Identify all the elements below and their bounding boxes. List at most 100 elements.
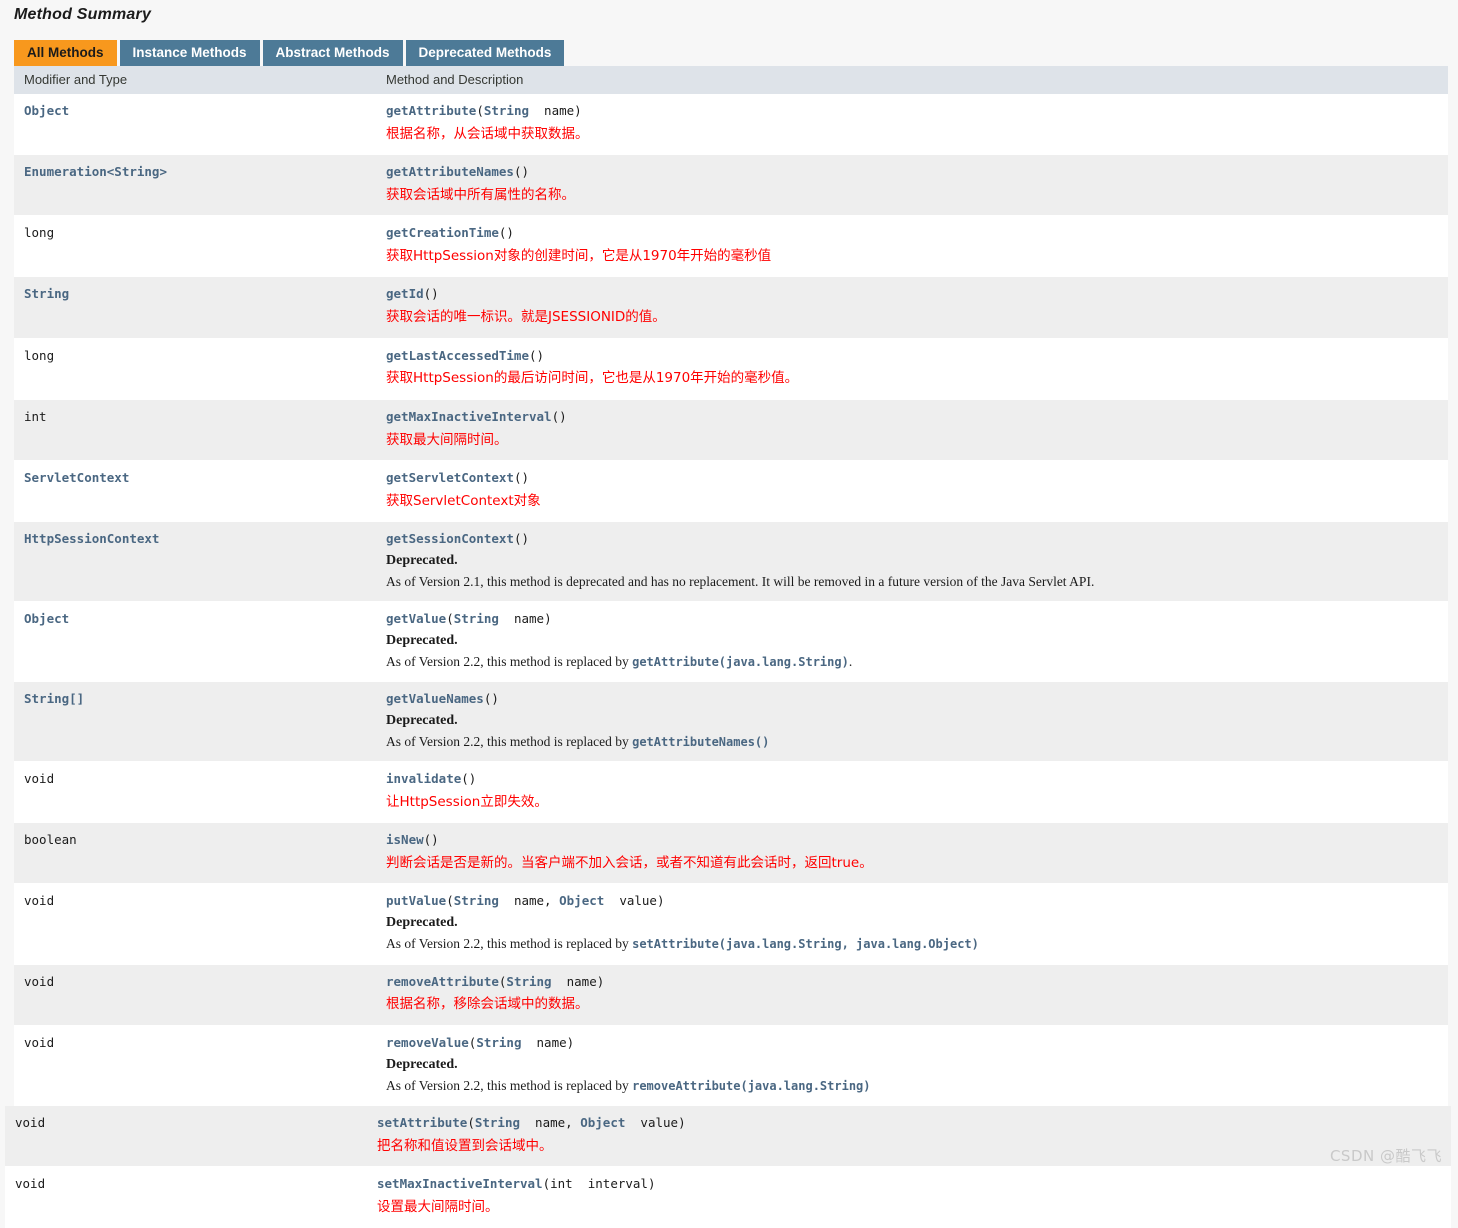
paren-open: ( bbox=[529, 347, 537, 363]
method-signature: invalidate() bbox=[386, 771, 1448, 788]
paren-close: ) bbox=[656, 893, 665, 909]
deprecated-replacement-link[interactable]: setAttribute(java.lang.String, java.lang… bbox=[632, 937, 979, 951]
table-row: boolean isNew() 判断会话是否是新的。当客户端不加入会话，或者不知道有… bbox=[14, 822, 1448, 885]
table-row: ServletContext getServletContext() 获取Servl… bbox=[14, 460, 1448, 522]
method-signature: getValue(String name) bbox=[386, 611, 1448, 628]
method-name-link[interactable]: getCreationTime bbox=[386, 225, 499, 240]
type-link[interactable]: Object bbox=[24, 103, 69, 118]
method-name-link[interactable]: setMaxInactiveInterval bbox=[377, 1176, 543, 1191]
type-link[interactable]: String bbox=[24, 286, 69, 301]
type-link[interactable]: Enumeration<String> bbox=[24, 164, 167, 179]
param-type-link[interactable]: String bbox=[476, 1035, 521, 1050]
table-row: void setAttribute(String name, Object val… bbox=[5, 1105, 1451, 1167]
deprecated-label: Deprecated. bbox=[386, 915, 458, 931]
annotation-note: 根据名称，移除会话域中的数据。 bbox=[386, 996, 589, 1013]
method-name-link[interactable]: getServletContext bbox=[386, 470, 514, 485]
table-row: void removeAttribute(String name) 根据名称，移除会… bbox=[14, 964, 1448, 1026]
cell-method-and-description: setMaxInactiveInterval(int interval) 设置最大… bbox=[367, 1166, 1451, 1228]
deprecated-text-suffix: . bbox=[848, 653, 853, 669]
param-name: interval bbox=[572, 1175, 648, 1191]
method-name-link[interactable]: getMaxInactiveInterval bbox=[386, 409, 552, 424]
type-text: long bbox=[24, 225, 55, 241]
paren-close: ) bbox=[647, 1175, 656, 1191]
param-type-link[interactable]: String bbox=[484, 103, 529, 118]
cell-method-and-description: getLastAccessedTime() 获取HttpSession的最后访问时… bbox=[376, 338, 1448, 400]
paren-open: ( bbox=[446, 610, 454, 626]
method-signature: isNew() bbox=[386, 832, 1448, 849]
method-name-link[interactable]: putValue bbox=[386, 893, 446, 908]
type-link[interactable]: String[] bbox=[24, 691, 84, 706]
table-row: long getLastAccessedTime() 获取HttpSession的最… bbox=[14, 338, 1448, 400]
annotation-note: 把名称和值设置到会话域中。 bbox=[377, 1137, 553, 1154]
table-row: String[] getValueNames() Deprecated. As of … bbox=[14, 681, 1448, 763]
table-row: long getCreationTime() 获取HttpSession对象的创建时… bbox=[14, 215, 1448, 278]
cell-modifier-and-type: void bbox=[5, 1105, 367, 1167]
table-header-row: Modifier and Type Method and Description bbox=[14, 66, 1448, 94]
method-name-link[interactable]: getValue bbox=[386, 611, 446, 626]
paren-close: ) bbox=[431, 832, 439, 848]
method-name-link[interactable]: getAttributeNames bbox=[386, 164, 514, 179]
method-name-link[interactable]: invalidate bbox=[386, 771, 461, 786]
deprecated-text: As of Version 2.1, this method is deprec… bbox=[386, 573, 1095, 589]
type-link[interactable]: ServletContext bbox=[24, 470, 129, 485]
paren-open: ( bbox=[551, 408, 560, 424]
param-name: name bbox=[521, 1034, 567, 1050]
method-signature: setMaxInactiveInterval(int interval) bbox=[377, 1176, 1451, 1193]
deprecated-label: Deprecated. bbox=[386, 1056, 458, 1072]
type-link[interactable]: Object bbox=[24, 611, 69, 626]
type-text: boolean bbox=[24, 832, 77, 848]
param-name: name, bbox=[498, 893, 560, 909]
method-signature: getCreationTime() bbox=[386, 225, 1448, 242]
param-type-link[interactable]: String bbox=[454, 893, 499, 908]
table-row: Object getValue(String name) Deprecated. As… bbox=[14, 601, 1448, 683]
method-signature: removeAttribute(String name) bbox=[386, 974, 1448, 991]
param-type-link[interactable]: String bbox=[506, 974, 551, 989]
paren-close: ) bbox=[544, 610, 552, 626]
method-signature: getAttributeNames() bbox=[386, 164, 1448, 181]
type-text: void bbox=[15, 1175, 46, 1191]
type-text: void bbox=[24, 771, 55, 787]
tab-abstract-methods[interactable]: Abstract Methods bbox=[262, 40, 403, 66]
cell-method-and-description: getAttribute(String name) 根据名称，从会话域中获取数据。 bbox=[376, 94, 1448, 156]
method-name-link[interactable]: getId bbox=[386, 286, 424, 301]
paren-open: ( bbox=[467, 1114, 475, 1130]
cell-method-and-description: setAttribute(String name, Object value) 把… bbox=[367, 1105, 1451, 1167]
tab-all-methods[interactable]: All Methods bbox=[14, 40, 117, 66]
method-name-link[interactable]: removeValue bbox=[386, 1035, 469, 1050]
cell-method-and-description: removeAttribute(String name) 根据名称，移除会话域中的… bbox=[376, 964, 1448, 1026]
deprecated-replacement-link[interactable]: removeAttribute(java.lang.String) bbox=[632, 1079, 870, 1093]
method-name-link[interactable]: getSessionContext bbox=[386, 531, 514, 546]
cell-modifier-and-type: Enumeration<String> bbox=[14, 154, 376, 217]
method-name-link[interactable]: setAttribute bbox=[377, 1115, 467, 1130]
paren-close: ) bbox=[468, 771, 477, 787]
paren-close: ) bbox=[491, 691, 499, 707]
deprecated-replacement-link[interactable]: getAttributeNames() bbox=[632, 735, 769, 749]
method-name-link[interactable]: getAttribute bbox=[386, 103, 476, 118]
param-type-link[interactable]: Object bbox=[559, 893, 604, 908]
method-name-link[interactable]: getLastAccessedTime bbox=[386, 348, 529, 363]
method-name-link[interactable]: removeAttribute bbox=[386, 974, 499, 989]
cell-modifier-and-type: void bbox=[5, 1166, 367, 1228]
param-type-link[interactable]: String bbox=[454, 611, 499, 626]
method-signature: removeValue(String name) bbox=[386, 1035, 1448, 1052]
deprecated-label: Deprecated. bbox=[386, 552, 458, 568]
table-row: HttpSessionContext getSessionContext() Dep… bbox=[14, 521, 1448, 602]
tab-instance-methods[interactable]: Instance Methods bbox=[119, 40, 260, 66]
cell-method-and-description: getMaxInactiveInterval() 获取最大间隔时间。 bbox=[376, 399, 1448, 461]
deprecated-description: As of Version 2.1, this method is deprec… bbox=[386, 573, 1448, 591]
cell-method-and-description: removeValue(String name) Deprecated. As of… bbox=[376, 1025, 1448, 1106]
annotation-note: 获取最大间隔时间。 bbox=[386, 431, 508, 448]
param-type-link[interactable]: String bbox=[475, 1115, 520, 1130]
method-name-link[interactable]: isNew bbox=[386, 832, 424, 847]
cell-method-and-description: getValueNames() Deprecated. As of Version … bbox=[376, 681, 1448, 763]
paren-close: ) bbox=[559, 408, 567, 424]
method-summary-table: Modifier and Type Method and Description… bbox=[14, 66, 1448, 1106]
tab-deprecated-methods[interactable]: Deprecated Methods bbox=[405, 40, 565, 66]
annotation-note: 根据名称，从会话域中获取数据。 bbox=[386, 125, 589, 142]
annotation-note: 设置最大间隔时间。 bbox=[377, 1198, 499, 1215]
method-name-link[interactable]: getValueNames bbox=[386, 691, 484, 706]
param-type-link[interactable]: Object bbox=[580, 1115, 625, 1130]
deprecated-replacement-link[interactable]: getAttribute(java.lang.String) bbox=[632, 655, 849, 669]
cell-method-and-description: getCreationTime() 获取HttpSession对象的创建时间，它是… bbox=[376, 215, 1448, 278]
type-link[interactable]: HttpSessionContext bbox=[24, 531, 159, 546]
